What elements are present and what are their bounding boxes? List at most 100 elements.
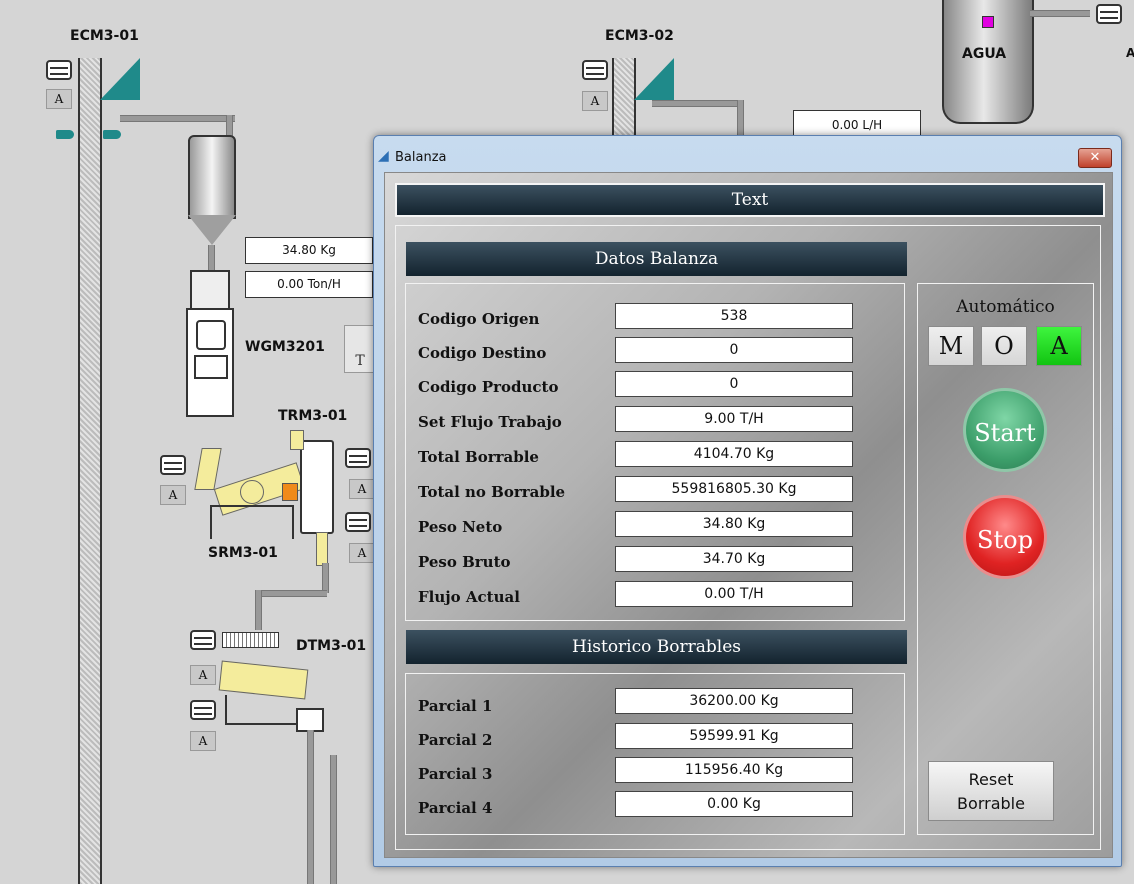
label-agua: AGUA [962, 46, 1007, 62]
transfer-unit [300, 440, 334, 534]
pipe [226, 115, 233, 137]
label-wgm3201: WGM3201 [245, 339, 325, 355]
label-trm3-01: TRM3-01 [278, 408, 348, 424]
parcial-value: 115956.40 Kg [615, 757, 853, 783]
grate [222, 632, 279, 648]
tank-status-indicator [982, 16, 994, 28]
field-label: Codigo Origen [418, 310, 540, 328]
stand [225, 695, 297, 725]
field-value: 0 [615, 337, 853, 363]
field-value: 0 [615, 371, 853, 397]
pipe [208, 245, 215, 270]
field-label: Codigo Producto [418, 378, 559, 396]
reset-borrable-button[interactable]: Reset Borrable [928, 761, 1054, 821]
dialog-body: Text Datos Balanza Codigo Origen 538 Cod… [384, 172, 1113, 858]
reset-label-line1: Reset [968, 770, 1014, 789]
elevator-head-ecm3-02 [634, 58, 674, 100]
reset-label-line2: Borrable [957, 794, 1025, 813]
mode-off-button[interactable]: O [981, 326, 1027, 366]
partial-button[interactable]: T [344, 325, 376, 373]
chute [316, 532, 328, 566]
mode-a-indicator: A [190, 665, 216, 685]
field-label: Peso Neto [418, 518, 503, 536]
weight-readout: 34.80 Kg [245, 237, 373, 264]
pipe [120, 115, 235, 122]
mode-a-indicator: A [349, 479, 375, 499]
label-ecm3-01: ECM3-01 [70, 28, 139, 44]
stop-button[interactable]: Stop [963, 495, 1047, 579]
feeder-shape [290, 430, 304, 450]
field-label: Flujo Actual [418, 588, 520, 606]
teal-arrow-icon [56, 130, 74, 139]
mode-manual-button[interactable]: M [928, 326, 974, 366]
pipe [255, 590, 262, 630]
field-value: 34.70 Kg [615, 546, 853, 572]
field-label: Total Borrable [418, 448, 539, 466]
field-label: Total no Borrable [418, 483, 566, 501]
pipe [307, 730, 314, 884]
pipe [255, 590, 327, 597]
field-value: 559816805.30 Kg [615, 476, 853, 502]
parcial-label: Parcial 2 [418, 731, 493, 749]
orange-gate [282, 483, 298, 501]
mode-a-indicator: A [160, 485, 186, 505]
motor-icon[interactable] [160, 455, 186, 475]
motor-icon[interactable] [190, 630, 216, 650]
mode-a-indicator: A [46, 89, 72, 109]
parcial-label: Parcial 4 [418, 799, 493, 817]
field-label: Peso Bruto [418, 553, 511, 571]
app-icon: ◢ [378, 148, 389, 164]
parcial-value: 59599.91 Kg [615, 723, 853, 749]
motor-icon[interactable] [345, 448, 371, 468]
motor-icon[interactable] [190, 700, 216, 720]
field-value[interactable]: 9.00 T/H [615, 406, 853, 432]
motor-icon[interactable] [46, 60, 72, 80]
valve-icon[interactable] [1096, 4, 1122, 24]
field-value: 0.00 T/H [615, 581, 853, 607]
historico-header: Historico Borrables [406, 630, 907, 664]
feeder [190, 270, 230, 312]
header-text: Text [395, 183, 1105, 217]
label-ecm3-02: ECM3-02 [605, 28, 674, 44]
valve [296, 708, 324, 732]
field-label: Set Flujo Trabajo [418, 413, 562, 431]
close-button[interactable]: ✕ [1078, 148, 1112, 168]
parcial-value: 0.00 Kg [615, 791, 853, 817]
hopper [188, 135, 236, 219]
pipe [652, 100, 742, 107]
balanza-dialog: ◢ Balanza ✕ Text Datos Balanza Codigo Or… [373, 135, 1122, 867]
field-value: 34.80 Kg [615, 511, 853, 537]
window-title: Balanza [395, 150, 447, 165]
label-srm3-01: SRM3-01 [208, 545, 278, 561]
pipe [1030, 10, 1090, 17]
parcial-label: Parcial 3 [418, 765, 493, 783]
elevator-ecm3-02 [612, 58, 636, 138]
field-label: Codigo Destino [418, 344, 547, 362]
pipe [330, 755, 337, 884]
water-flow-readout: 0.00 L/H [793, 110, 921, 137]
parcial-label: Parcial 1 [418, 697, 493, 715]
feeder-shape [194, 448, 222, 490]
mode-title: Automático [956, 297, 1055, 317]
motor-icon[interactable] [345, 512, 371, 532]
field-value: 4104.70 Kg [615, 441, 853, 467]
label-a-peek: A [1126, 46, 1134, 60]
motor-icon[interactable] [582, 60, 608, 80]
elevator-head-ecm3-01 [100, 58, 140, 100]
mode-auto-button[interactable]: A [1036, 326, 1082, 366]
roller [240, 480, 264, 504]
teal-arrow-icon [103, 130, 121, 139]
start-button[interactable]: Start [963, 388, 1047, 472]
hopper-cone [188, 215, 236, 245]
mode-a-indicator: A [349, 543, 375, 563]
pipe [322, 563, 329, 593]
field-value: 538 [615, 303, 853, 329]
mode-a-indicator: A [190, 731, 216, 751]
scale-wgm3201 [186, 308, 234, 417]
separator-deck [218, 660, 309, 700]
stand [210, 505, 294, 539]
mode-a-indicator: A [582, 91, 608, 111]
label-dtm3-01: DTM3-01 [296, 638, 367, 654]
elevator-ecm3-01 [78, 58, 102, 884]
pipe [737, 100, 744, 135]
